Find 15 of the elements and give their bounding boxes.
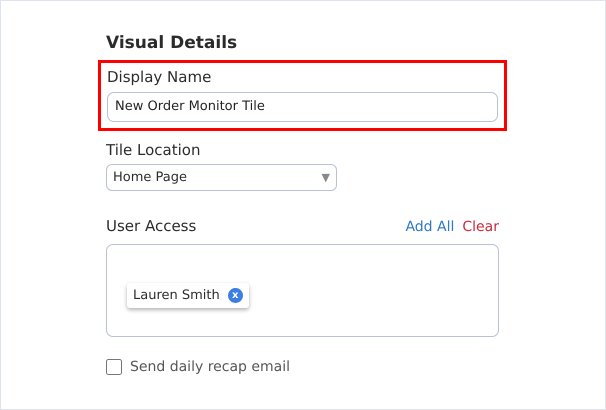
checkbox-label: Send daily recap email (130, 358, 290, 377)
dropdown-field[interactable]: Home Page ▼ (106, 164, 337, 192)
remove-button[interactable]: x (228, 288, 243, 304)
field-label: User Access (106, 216, 196, 238)
caret-icon: ▼ (322, 170, 330, 186)
section-heading: Visual Details (106, 33, 238, 54)
field-label: Display Name (107, 67, 212, 88)
add-all-link[interactable]: Add All (405, 216, 454, 238)
checkbox[interactable] (106, 359, 122, 376)
clear-link[interactable]: Clear (462, 216, 499, 238)
user-picker-field[interactable]: Lauren Smith x (106, 244, 499, 337)
input-field[interactable]: New Order Monitor Tile (107, 92, 498, 122)
user-chip: Lauren Smith x (127, 282, 249, 308)
dropdown-value: Home Page (113, 169, 187, 188)
field-label: Tile Location (106, 140, 202, 161)
